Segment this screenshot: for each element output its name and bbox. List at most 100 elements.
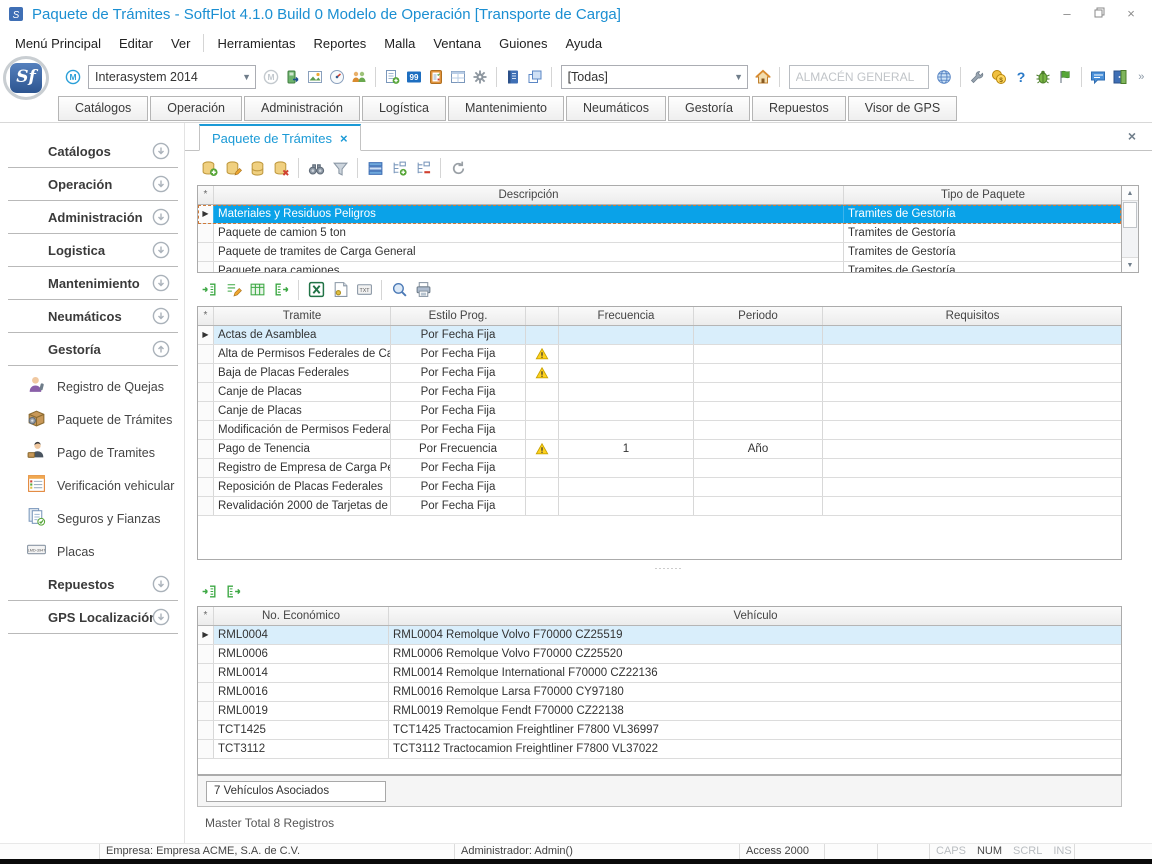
cell[interactable]: RML0016 Remolque Larsa F70000 CY97180	[389, 683, 1122, 701]
cell[interactable]: Paquete de tramites de Carga General	[214, 243, 844, 261]
column-header[interactable]: *	[198, 186, 214, 204]
detach-detail-icon[interactable]	[269, 278, 293, 302]
cell[interactable]: RML0004 Remolque Volvo F70000 CZ25519	[389, 626, 1122, 644]
table-row[interactable]: TCT1425TCT1425 Tractocamion Freightliner…	[198, 721, 1121, 740]
cell[interactable]	[559, 497, 694, 515]
bug-icon[interactable]	[1032, 66, 1054, 88]
table-row[interactable]: TCT3112TCT3112 Tractocamion Freightliner…	[198, 740, 1121, 759]
column-header[interactable]: *	[198, 607, 214, 625]
row-indicator[interactable]	[198, 243, 214, 261]
sidebar-section-administraci-n[interactable]: Administración	[8, 201, 178, 234]
table-row[interactable]: RML0016RML0016 Remolque Larsa F70000 CY9…	[198, 683, 1121, 702]
sidebar-section-repuestos[interactable]: Repuestos	[8, 568, 178, 601]
gear-icon[interactable]	[469, 66, 491, 88]
table-row[interactable]: ▶Actas de AsambleaPor Fecha Fija	[198, 326, 1121, 345]
row-indicator[interactable]: ▶	[198, 626, 214, 644]
row-indicator[interactable]	[198, 740, 214, 758]
cell[interactable]	[559, 459, 694, 477]
edit-detail-icon[interactable]	[221, 278, 245, 302]
table-row[interactable]: Canje de PlacasPor Fecha Fija	[198, 402, 1121, 421]
menu-item-men-principal[interactable]: Menú Principal	[6, 32, 110, 55]
cell[interactable]: Año	[694, 440, 823, 458]
cell[interactable]: Materiales y Residuos Peligros	[214, 205, 844, 223]
cell[interactable]: Tramites de Gestoría	[844, 243, 1122, 261]
row-indicator[interactable]	[198, 721, 214, 739]
cell[interactable]: TCT3112 Tractocamion Freightliner F7800 …	[389, 740, 1122, 758]
copy-window-icon[interactable]	[524, 66, 546, 88]
cell[interactable]: Por Frecuencia	[391, 440, 526, 458]
cell[interactable]	[526, 364, 559, 382]
row-indicator[interactable]	[198, 262, 214, 273]
cell[interactable]	[559, 421, 694, 439]
document-tab-close-icon[interactable]: ×	[340, 131, 348, 146]
column-header[interactable]: Periodo	[694, 307, 823, 325]
chat-icon[interactable]	[1087, 66, 1109, 88]
exit-icon[interactable]	[1109, 66, 1131, 88]
splitter-handle[interactable]: ·······	[185, 560, 1152, 576]
cell[interactable]	[526, 440, 559, 458]
cell[interactable]: Por Fecha Fija	[391, 345, 526, 363]
cell[interactable]	[559, 364, 694, 382]
cell[interactable]: RML0006 Remolque Volvo F70000 CZ25520	[389, 645, 1122, 663]
column-header[interactable]: Vehículo	[389, 607, 1122, 625]
table-row[interactable]: Pago de TenenciaPor Frecuencia1Año	[198, 440, 1121, 459]
column-header[interactable]	[526, 307, 559, 325]
wrench-search-icon[interactable]	[966, 66, 988, 88]
scroll-thumb[interactable]	[1123, 202, 1137, 228]
cell[interactable]: RML0004	[214, 626, 389, 644]
cell[interactable]: Baja de Placas Federales	[214, 364, 391, 382]
home-icon[interactable]	[752, 66, 774, 88]
table-row[interactable]: Revalidación 2000 de Tarjetas de Ci...Po…	[198, 497, 1121, 516]
cell[interactable]	[526, 459, 559, 477]
cell[interactable]: RML0019 Remolque Fendt F70000 CZ22138	[389, 702, 1122, 720]
cell[interactable]: Paquete de camion 5 ton	[214, 224, 844, 242]
table-row[interactable]: RML0006RML0006 Remolque Volvo F70000 CZ2…	[198, 645, 1121, 664]
table-row[interactable]: ▶Materiales y Residuos PeligrosTramites …	[198, 205, 1121, 224]
cell[interactable]: Canje de Placas	[214, 402, 391, 420]
table-row[interactable]: Canje de PlacasPor Fecha Fija	[198, 383, 1121, 402]
export-icon[interactable]	[282, 66, 304, 88]
master-grid-scrollbar[interactable]: ▲ ▼	[1122, 185, 1139, 273]
sidebar-item-seguros-y-fianzas[interactable]: Seguros y Fianzas	[0, 502, 184, 535]
cell[interactable]: TCT1425 Tractocamion Freightliner F7800 …	[389, 721, 1122, 739]
cell[interactable]: Revalidación 2000 de Tarjetas de Ci...	[214, 497, 391, 515]
gauge-icon[interactable]	[326, 66, 348, 88]
warehouse-input[interactable]	[789, 65, 929, 89]
pane-close-icon[interactable]: ×	[1128, 128, 1136, 144]
cell[interactable]: Por Fecha Fija	[391, 421, 526, 439]
book-icon[interactable]	[502, 66, 524, 88]
m-disabled-icon[interactable]: M	[260, 66, 282, 88]
minimize-button[interactable]: –	[1056, 5, 1078, 23]
expand-all-icon[interactable]	[387, 156, 411, 180]
column-header[interactable]: Estilo Prog.	[391, 307, 526, 325]
row-indicator[interactable]	[198, 224, 214, 242]
tab-cat-logos[interactable]: Catálogos	[58, 96, 148, 121]
row-indicator[interactable]	[198, 664, 214, 682]
cell[interactable]	[823, 478, 1122, 496]
cell[interactable]	[559, 326, 694, 344]
row-indicator[interactable]: ▶	[198, 205, 214, 223]
tab-operaci-n[interactable]: Operación	[150, 96, 242, 121]
cell[interactable]	[526, 326, 559, 344]
preview-icon[interactable]	[387, 278, 411, 302]
cell[interactable]	[559, 345, 694, 363]
sidebar-item-paquete-de-tr-mites[interactable]: Paquete de Trámites	[0, 403, 184, 436]
cell[interactable]: RML0016	[214, 683, 389, 701]
cell[interactable]	[526, 402, 559, 420]
sidebar-section-gps-localizaci-n[interactable]: GPS Localización	[8, 601, 178, 634]
tab-repuestos[interactable]: Repuestos	[752, 96, 846, 121]
cell[interactable]: Por Fecha Fija	[391, 402, 526, 420]
menu-item-reportes[interactable]: Reportes	[305, 32, 376, 55]
cell[interactable]: Registro de Empresa de Carga Pelig...	[214, 459, 391, 477]
cell[interactable]: RML0014 Remolque International F70000 CZ…	[389, 664, 1122, 682]
excel-icon[interactable]	[304, 278, 328, 302]
tab-neum-ticos[interactable]: Neumáticos	[566, 96, 666, 121]
column-header[interactable]: Tramite	[214, 307, 391, 325]
column-header[interactable]: Descripción	[214, 186, 844, 204]
menu-item-ventana[interactable]: Ventana	[424, 32, 490, 55]
cell[interactable]: Por Fecha Fija	[391, 364, 526, 382]
cell[interactable]: Por Fecha Fija	[391, 459, 526, 477]
cell[interactable]: Tramites de Gestoría	[844, 262, 1122, 273]
cell[interactable]: Por Fecha Fija	[391, 383, 526, 401]
cell[interactable]: RML0019	[214, 702, 389, 720]
